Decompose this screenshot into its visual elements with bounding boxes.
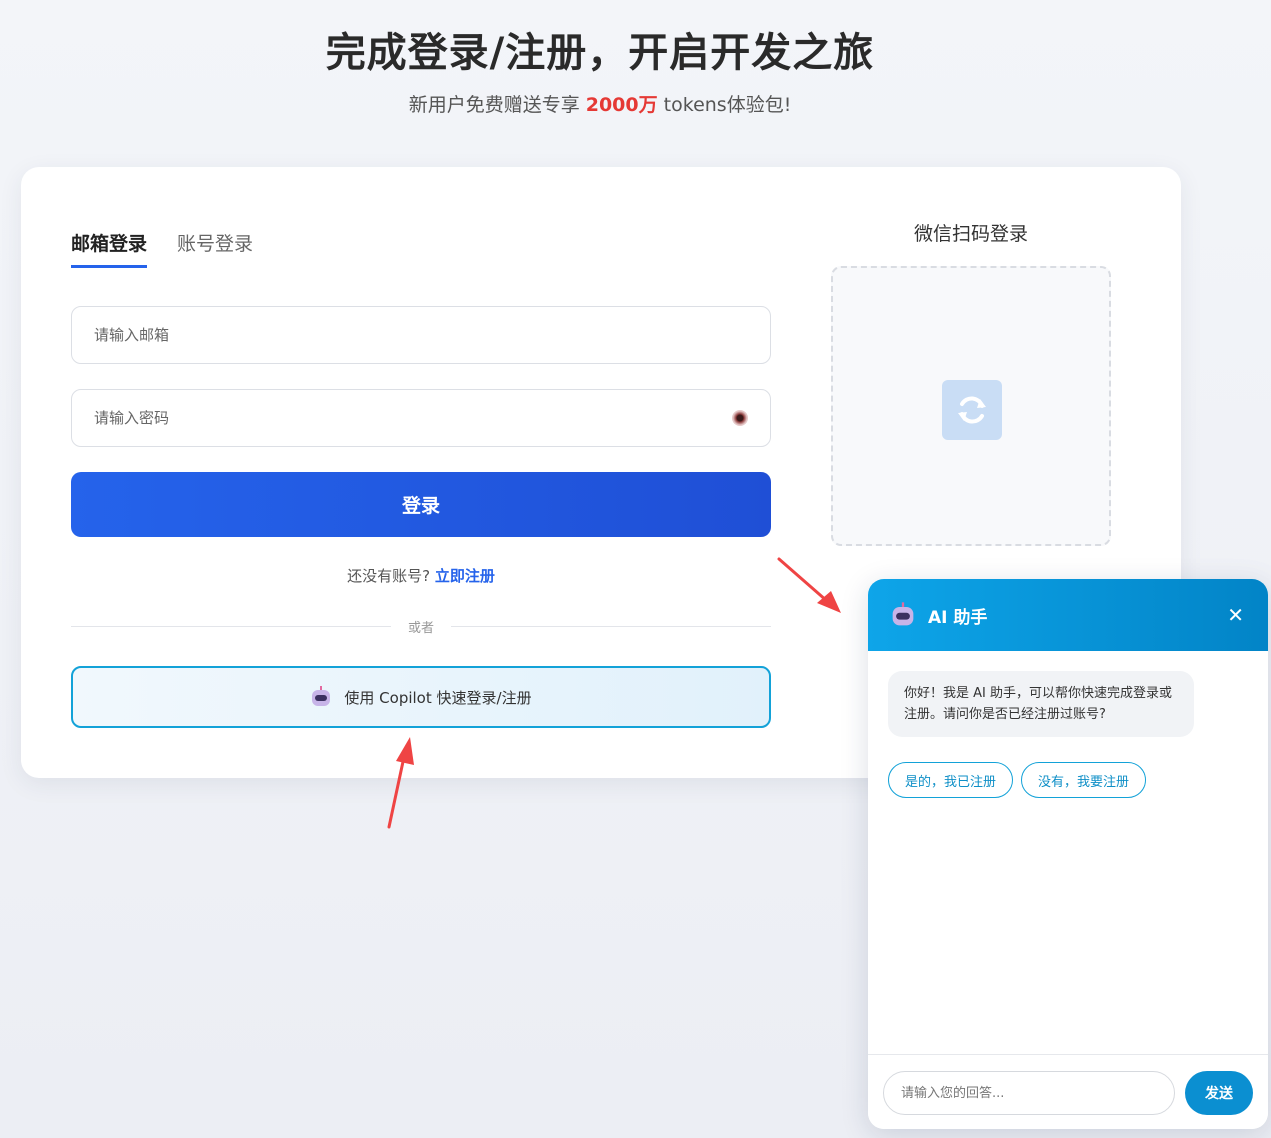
chat-input[interactable]	[883, 1071, 1175, 1115]
close-icon[interactable]: ✕	[1227, 603, 1244, 627]
chat-footer: 发送	[868, 1054, 1268, 1129]
subtitle-suffix: tokens体验包!	[657, 94, 792, 116]
refresh-icon[interactable]	[942, 380, 1002, 440]
copilot-button-label: 使用 Copilot 快速登录/注册	[344, 688, 532, 707]
subtitle-highlight: 2000万	[585, 94, 658, 116]
page-title: 完成登录/注册，开启开发之旅	[325, 30, 875, 76]
choice-register-button[interactable]: 没有，我要注册	[1021, 762, 1147, 798]
login-button[interactable]: 登录	[71, 472, 771, 537]
choice-registered-button[interactable]: 是的，我已注册	[888, 762, 1014, 798]
send-button[interactable]: 发送	[1185, 1071, 1253, 1115]
robot-icon	[310, 686, 332, 708]
wechat-qr-box	[831, 266, 1111, 546]
eye-icon[interactable]	[732, 410, 748, 426]
robot-icon	[890, 602, 915, 627]
divider-line-right	[451, 626, 771, 627]
chat-header: AI 助手 ✕	[868, 579, 1268, 651]
register-prompt: 还没有账号? 立即注册	[71, 565, 771, 586]
chat-title: AI 助手	[928, 607, 988, 628]
ai-assistant-panel: AI 助手 ✕ 你好！我是 AI 助手，可以帮你快速完成登录或注册。请问你是否已…	[868, 579, 1268, 1129]
copilot-login-button[interactable]: 使用 Copilot 快速登录/注册	[71, 666, 771, 728]
email-field[interactable]	[94, 326, 748, 344]
wechat-login-title: 微信扫码登录	[913, 223, 1028, 245]
tab-account-login[interactable]: 账号登录	[177, 229, 253, 268]
login-tabs: 邮箱登录 账号登录	[71, 229, 253, 268]
page: 完成登录/注册，开启开发之旅 新用户免费赠送专享 2000万 tokens体验包…	[0, 0, 1271, 1138]
password-field[interactable]	[94, 409, 732, 427]
no-account-text: 还没有账号?	[347, 567, 431, 585]
email-field-wrapper	[71, 306, 771, 364]
or-divider: 或者	[71, 617, 771, 637]
tab-email-login[interactable]: 邮箱登录	[71, 229, 148, 268]
register-link[interactable]: 立即注册	[435, 567, 495, 585]
assistant-message: 你好！我是 AI 助手，可以帮你快速完成登录或注册。请问你是否已经注册过账号?	[888, 671, 1194, 737]
page-subtitle: 新用户免费赠送专享 2000万 tokens体验包!	[0, 90, 1200, 117]
subtitle-prefix: 新用户免费赠送专享	[408, 94, 586, 116]
password-field-wrapper	[71, 389, 771, 447]
